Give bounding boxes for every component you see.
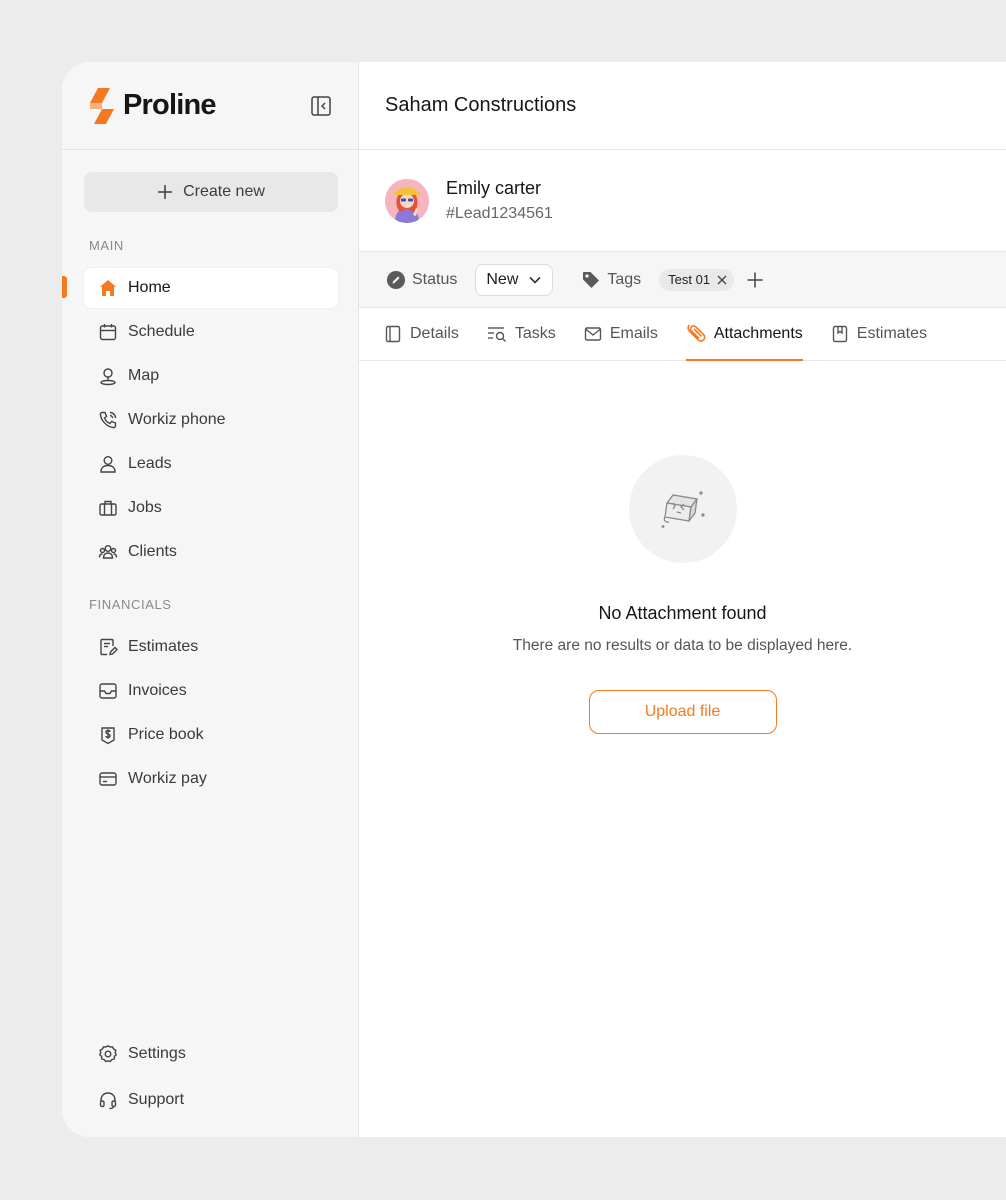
empty-box-icon <box>661 491 705 528</box>
chevron-down-icon <box>529 276 541 284</box>
sidebar-collapse-icon[interactable] <box>310 95 332 117</box>
sidebar-item-label: Estimates <box>128 638 199 655</box>
sidebar-item-label: Jobs <box>128 499 162 516</box>
dollar-badge-icon <box>101 727 115 745</box>
sidebar-item-label: Schedule <box>128 323 195 340</box>
tab-label: Estimates <box>856 325 928 342</box>
sidebar-item-label: Invoices <box>128 682 187 699</box>
sidebar-item-workiz-pay[interactable]: Workiz pay <box>84 759 338 799</box>
sidebar-item-label: Clients <box>128 543 177 560</box>
lead-header: Emily carter #Lead1234561 <box>359 150 1006 251</box>
panel-icon <box>385 325 401 343</box>
sidebar-item-support[interactable]: Support <box>84 1080 338 1120</box>
sidebar-item-label: Map <box>128 367 160 384</box>
active-nav-marker <box>62 276 67 298</box>
sidebar-item-workiz-phone[interactable]: Workiz phone <box>84 400 338 440</box>
tab-estimates[interactable]: Estimates <box>831 308 927 360</box>
status-dropdown[interactable]: New <box>475 263 554 296</box>
sidebar-item-label: Workiz phone <box>128 411 226 428</box>
sidebar-item-leads[interactable]: Leads <box>84 444 338 484</box>
tab-attachments[interactable]: Attachments <box>685 308 803 361</box>
avatar <box>385 178 429 223</box>
page-title: Saham Constructions <box>385 94 577 116</box>
tags-group: Tags Test 01 <box>581 268 764 291</box>
brand-name: Proline <box>123 89 217 121</box>
sidebar-item-map[interactable]: Map <box>84 356 338 396</box>
financials-section-label: FINANCIALS <box>89 597 172 612</box>
sidebar-item-label: Workiz pay <box>128 770 207 787</box>
users-icon <box>98 545 118 559</box>
status-bar: Status New Tags Test 01 <box>359 251 1006 308</box>
user-icon <box>100 456 116 473</box>
sidebar: Proline Create new MAIN Home Schedule Ma… <box>62 62 359 1137</box>
sidebar-item-invoices[interactable]: Invoices <box>84 671 338 711</box>
bookmark-doc-icon <box>832 325 847 343</box>
tab-label: Attachments <box>713 325 803 342</box>
tag-chip-label: Test 01 <box>668 272 711 287</box>
status-icon <box>387 270 405 289</box>
tab-label: Tasks <box>514 325 556 342</box>
sidebar-item-label: Settings <box>128 1045 186 1062</box>
proline-logo-icon <box>90 87 114 124</box>
sidebar-item-label: Price book <box>128 726 204 743</box>
tab-tasks[interactable]: Tasks <box>487 308 556 360</box>
task-search-icon <box>487 327 506 342</box>
create-new-button[interactable]: Create new <box>84 172 338 212</box>
main-content: Saham Constructions Emily carter #Lead12… <box>359 62 1006 1137</box>
wallet-icon <box>99 772 117 786</box>
main-section-label: MAIN <box>89 238 124 253</box>
sidebar-item-clients[interactable]: Clients <box>84 532 338 572</box>
tab-details[interactable]: Details <box>384 308 459 360</box>
lead-info: Emily carter #Lead1234561 <box>446 178 553 223</box>
sidebar-item-schedule[interactable]: Schedule <box>84 312 338 352</box>
empty-state-subtitle: There are no results or data to be displ… <box>512 637 853 654</box>
briefcase-icon <box>99 500 117 516</box>
page-header: Saham Constructions <box>359 62 1006 150</box>
add-tag-icon[interactable] <box>746 271 764 289</box>
tags-label: Tags <box>607 270 642 288</box>
sidebar-item-home[interactable]: Home <box>84 268 338 308</box>
status-value: New <box>486 270 519 288</box>
tab-label: Emails <box>609 325 658 342</box>
tag-icon <box>583 271 600 288</box>
empty-state-title: No Attachment found <box>598 603 767 623</box>
tag-chip: Test 01 <box>659 268 735 291</box>
gear-icon <box>98 1044 118 1063</box>
create-new-label: Create new <box>183 183 265 200</box>
empty-state: No Attachment found There are no results… <box>359 455 1006 734</box>
plus-icon <box>158 185 173 199</box>
home-icon <box>100 280 116 296</box>
avatar-illustration <box>385 178 429 223</box>
sidebar-item-label: Support <box>128 1091 185 1108</box>
phone-icon <box>99 411 117 429</box>
sidebar-item-jobs[interactable]: Jobs <box>84 488 338 528</box>
sidebar-item-price-book[interactable]: Price book <box>84 715 338 755</box>
tab-label: Details <box>410 325 459 342</box>
lead-name: Emily carter <box>446 178 542 198</box>
map-pin-icon <box>100 368 116 386</box>
headset-icon <box>99 1092 117 1110</box>
sidebar-item-label: Home <box>128 279 171 296</box>
sidebar-item-estimates[interactable]: Estimates <box>84 627 338 667</box>
sidebar-item-settings[interactable]: Settings <box>84 1034 338 1074</box>
document-edit-icon <box>100 638 118 656</box>
close-icon[interactable] <box>716 274 728 286</box>
lead-id: #Lead1234561 <box>446 205 553 222</box>
brand-header: Proline <box>62 62 358 150</box>
empty-state-illustration <box>628 455 737 563</box>
inbox-icon <box>99 683 117 699</box>
calendar-icon <box>99 324 117 341</box>
mail-icon <box>584 327 602 341</box>
tab-bar: Details Tasks Emails Attachments Estimat… <box>359 308 1006 361</box>
upload-file-button[interactable]: Upload file <box>588 690 777 734</box>
tab-emails[interactable]: Emails <box>584 308 658 360</box>
status-label: Status <box>412 270 458 288</box>
app-window: Proline Create new MAIN Home Schedule Ma… <box>62 62 1006 1137</box>
sidebar-item-label: Leads <box>128 455 172 472</box>
paperclip-icon <box>687 325 706 342</box>
